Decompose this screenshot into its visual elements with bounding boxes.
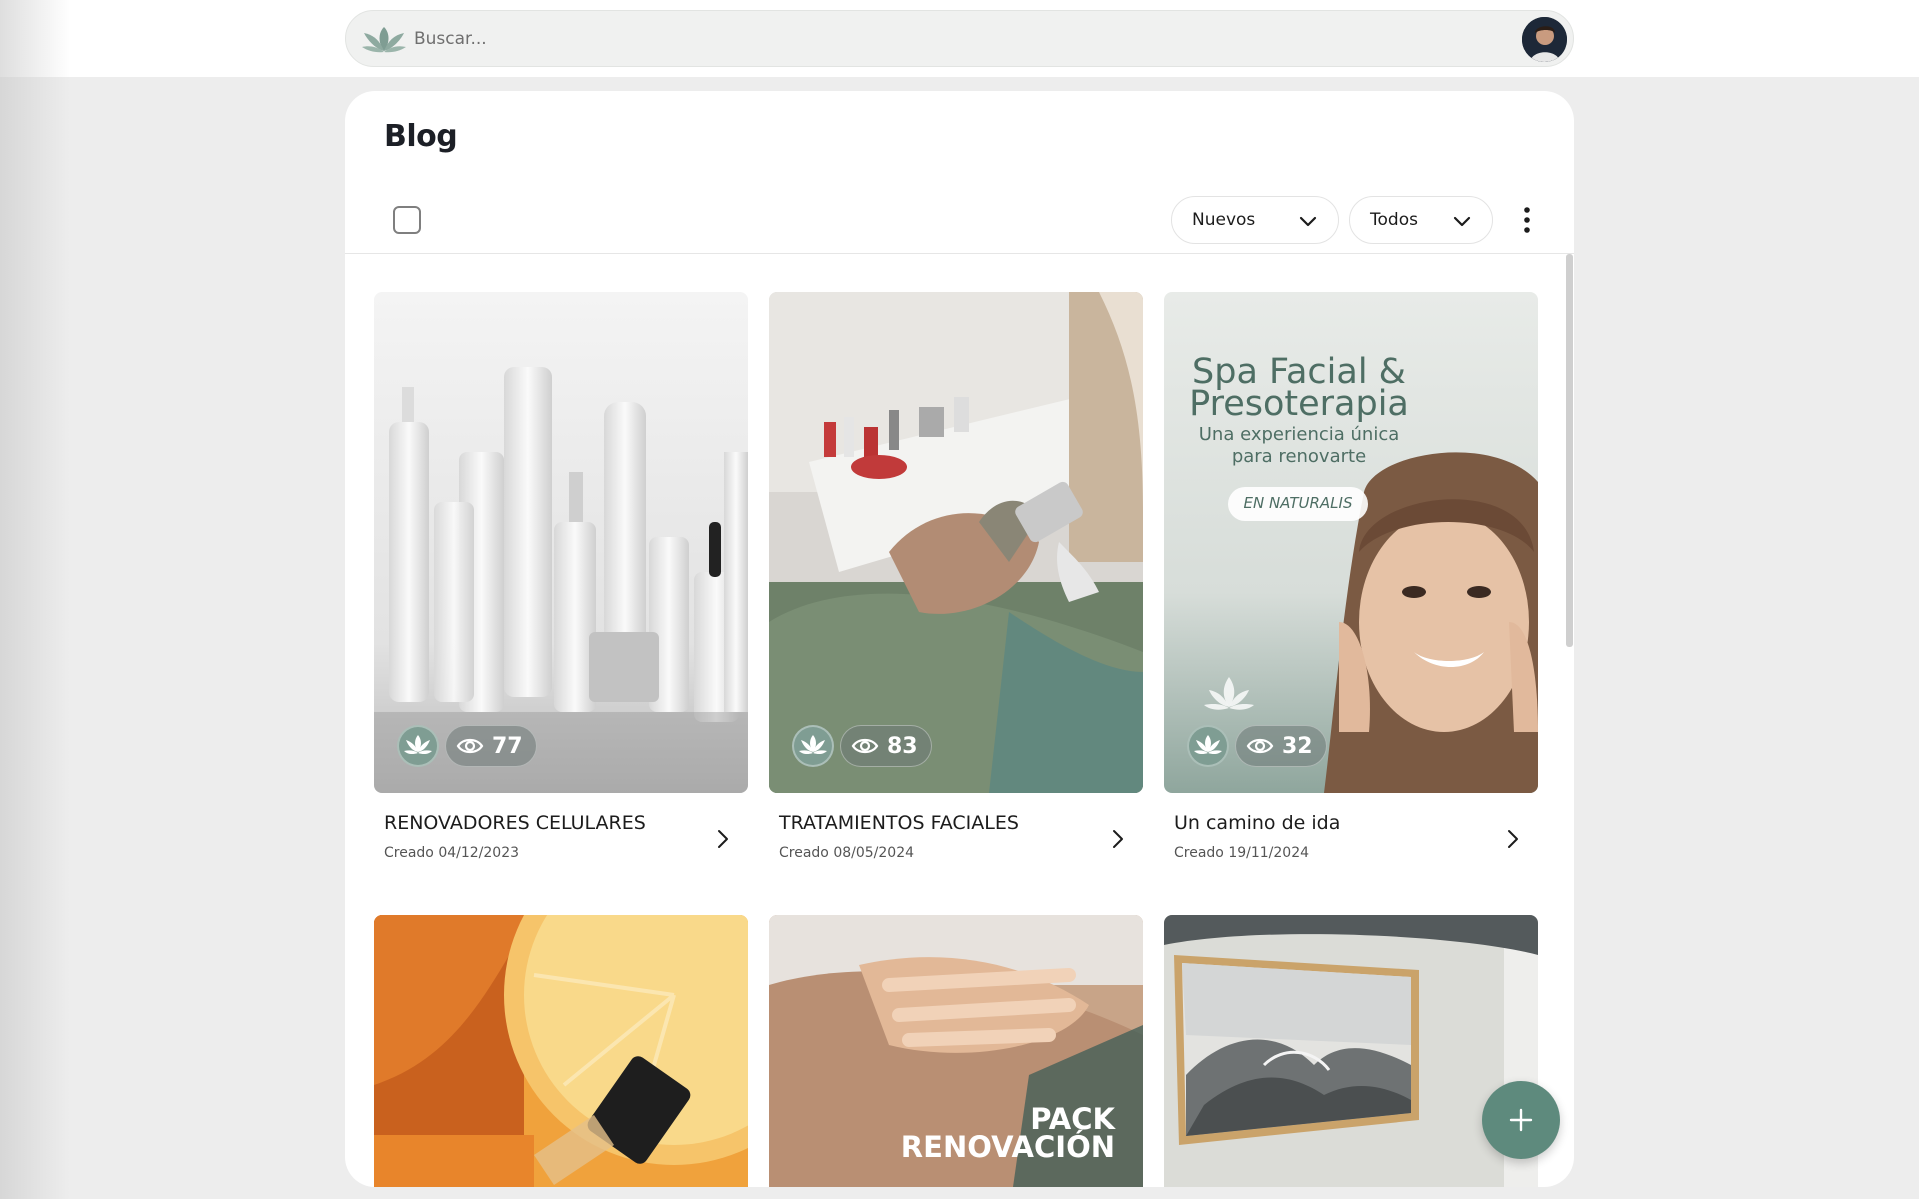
filter-dropdown-label: Todos <box>1370 210 1418 230</box>
views-count: 83 <box>887 733 918 759</box>
lotus-logo-icon <box>799 735 827 755</box>
card-image[interactable]: 77 <box>374 292 748 793</box>
chevron-right-icon[interactable] <box>1504 827 1522 851</box>
chevron-down-icon <box>1453 216 1471 227</box>
views-counter: 77 <box>445 725 537 767</box>
author-avatar <box>792 725 834 767</box>
promo-subtitle-line2: para renovarte <box>1231 446 1367 467</box>
chevron-right-icon[interactable] <box>1109 827 1127 851</box>
card-title[interactable]: Un camino de ida <box>1174 812 1340 834</box>
orange-serum-image <box>374 915 748 1187</box>
select-all-checkbox[interactable] <box>393 206 421 234</box>
page-title: Blog <box>384 119 458 154</box>
search-input[interactable] <box>414 25 1414 53</box>
pack-title-line2: RENOVACIÓN <box>900 1130 1115 1164</box>
eye-icon <box>1246 738 1274 754</box>
promo-tag: EN NATURALIS <box>1243 494 1353 512</box>
pack-title: PACK RENOVACIÓN <box>900 1102 1115 1164</box>
chevron-down-icon <box>1299 216 1317 227</box>
card-image[interactable]: Spa Facial & Presoterapia Una experienci… <box>1164 292 1538 793</box>
lotus-logo-icon <box>404 735 432 755</box>
blog-panel: Blog Nuevos Todos 77 RENOVADORES CELULAR… <box>345 91 1574 1187</box>
promo-text: Spa Facial & Presoterapia Una experienci… <box>1164 355 1434 468</box>
views-count: 77 <box>492 733 523 759</box>
blog-card-image[interactable] <box>374 915 748 1187</box>
lotus-logo-icon <box>1194 735 1222 755</box>
lotus-logo-icon <box>362 27 406 53</box>
card-title[interactable]: RENOVADORES CELULARES <box>384 812 646 834</box>
wave-painting-image <box>1164 915 1538 1187</box>
eye-icon <box>851 738 879 754</box>
scrollbar[interactable] <box>1565 254 1574 1184</box>
sort-dropdown[interactable]: Nuevos <box>1171 196 1339 244</box>
card-date: Creado 19/11/2024 <box>1174 845 1310 861</box>
facial-treatment-image <box>769 292 1143 793</box>
pack-title-line1: PACK <box>1030 1102 1115 1136</box>
eye-icon <box>456 738 484 754</box>
card-image[interactable]: 83 <box>769 292 1143 793</box>
chevron-right-icon[interactable] <box>714 827 732 851</box>
views-counter: 32 <box>1235 725 1327 767</box>
card-title[interactable]: TRATAMIENTOS FACIALES <box>779 812 1019 834</box>
card-date: Creado 04/12/2023 <box>384 845 520 861</box>
product-bottles-image <box>374 292 748 793</box>
sort-dropdown-label: Nuevos <box>1192 210 1256 230</box>
author-avatar <box>397 725 439 767</box>
add-post-button[interactable] <box>1482 1081 1560 1159</box>
card-date: Creado 08/05/2024 <box>779 845 915 861</box>
kebab-menu-icon[interactable] <box>1517 205 1537 235</box>
sidebar-shadow <box>0 0 70 1199</box>
toolbar-divider <box>345 253 1574 254</box>
promo-subtitle-line1: Una experiencia única <box>1198 424 1400 445</box>
search-bar[interactable] <box>345 10 1574 67</box>
blog-card-image[interactable]: PACK RENOVACIÓN <box>769 915 1143 1187</box>
author-avatar <box>1187 725 1229 767</box>
scrollbar-thumb[interactable] <box>1566 254 1573 647</box>
blog-card-image[interactable] <box>1164 915 1538 1187</box>
plus-icon <box>1509 1108 1533 1132</box>
views-count: 32 <box>1282 733 1313 759</box>
promo-heading-line2: Presoterapia <box>1189 384 1409 424</box>
views-counter: 83 <box>840 725 932 767</box>
avatar[interactable] <box>1522 17 1567 62</box>
filter-dropdown[interactable]: Todos <box>1349 196 1493 244</box>
